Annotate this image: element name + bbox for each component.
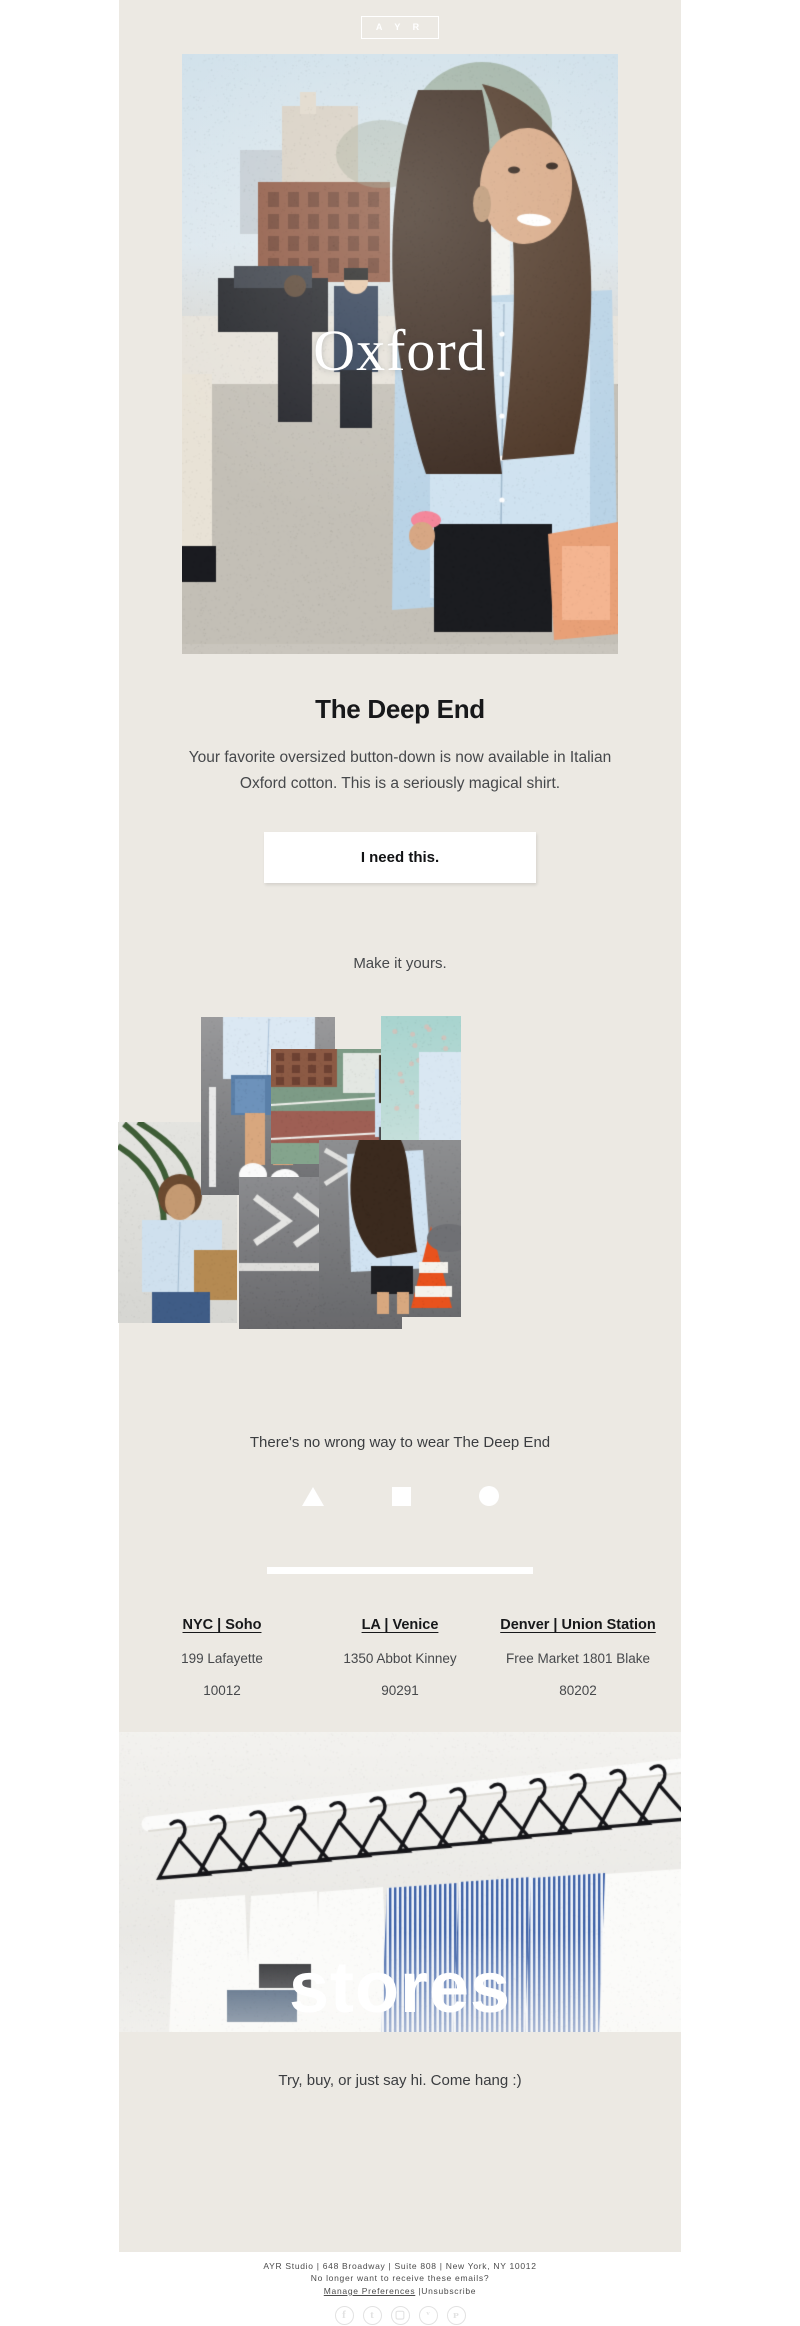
footer-links: Manage Preferences |Unsubscribe: [0, 2285, 800, 2297]
circle-icon: [479, 1486, 499, 1506]
store-zip-la: 90291: [315, 1683, 485, 1698]
closing-text: Try, buy, or just say hi. Come hang :): [119, 2072, 681, 2089]
store-name-denver[interactable]: Denver | Union Station: [500, 1617, 656, 1633]
manage-preferences-link[interactable]: Manage Preferences: [324, 2286, 416, 2296]
promo-section: The Deep End Your favorite oversized but…: [119, 694, 681, 972]
email-body-column: A Y R Oxford The Deep End Your favorite …: [119, 0, 681, 2252]
store-card-nyc: NYC | Soho 199 Lafayette 10012: [133, 1616, 311, 1698]
ayr-logo[interactable]: A Y R: [361, 16, 439, 39]
email-footer: AYR Studio | 648 Broadway | Suite 808 | …: [0, 2252, 800, 2326]
instagram-icon[interactable]: ▢: [391, 2306, 410, 2325]
pinterest-icon[interactable]: ᴘ: [447, 2306, 466, 2325]
shape-row: [119, 1483, 681, 1509]
i-need-this-button[interactable]: I need this.: [264, 832, 536, 883]
footer-optout-question: No longer want to receive these emails?: [0, 2272, 800, 2284]
hero-photo: [182, 54, 618, 654]
store-address-nyc: 199 Lafayette: [137, 1651, 307, 1666]
social-icons: f t ▢ ᵛ ᴘ: [0, 2306, 800, 2325]
section-divider: [267, 1567, 533, 1574]
photo-collage: [119, 1006, 681, 1386]
footer-address: AYR Studio | 648 Broadway | Suite 808 | …: [0, 2260, 800, 2272]
collage-tagline: There's no wrong way to wear The Deep En…: [119, 1434, 681, 1451]
tumblr-icon[interactable]: t: [363, 2306, 382, 2325]
stores-banner[interactable]: stores: [119, 1732, 681, 2032]
collage-photo-cone[interactable]: [319, 1140, 461, 1317]
store-name-nyc[interactable]: NYC | Soho: [183, 1617, 262, 1633]
stores-banner-word: stores: [119, 1952, 681, 2024]
promo-body: Your favorite oversized button-down is n…: [179, 745, 621, 796]
triangle-icon: [302, 1487, 324, 1506]
store-name-la[interactable]: LA | Venice: [362, 1617, 439, 1633]
store-zip-nyc: 10012: [137, 1683, 307, 1698]
unsubscribe-link[interactable]: Unsubscribe: [421, 2286, 476, 2296]
store-card-denver: Denver | Union Station Free Market 1801 …: [489, 1616, 667, 1698]
make-it-yours-text: Make it yours.: [179, 955, 621, 972]
facebook-icon[interactable]: f: [335, 2306, 354, 2325]
store-address-la: 1350 Abbot Kinney: [315, 1651, 485, 1666]
square-icon: [392, 1487, 411, 1506]
twitter-icon[interactable]: ᵛ: [419, 2306, 438, 2325]
hero-image[interactable]: Oxford: [182, 54, 618, 654]
promo-headline: The Deep End: [179, 694, 621, 725]
cta-container: I need this.: [179, 832, 621, 883]
store-zip-denver: 80202: [493, 1683, 663, 1698]
store-address-denver: Free Market 1801 Blake: [493, 1651, 663, 1666]
email-header: A Y R: [119, 0, 681, 54]
store-locations: NYC | Soho 199 Lafayette 10012 LA | Veni…: [119, 1616, 681, 1698]
store-card-la: LA | Venice 1350 Abbot Kinney 90291: [311, 1616, 489, 1698]
email-page: A Y R Oxford The Deep End Your favorite …: [0, 0, 800, 2326]
